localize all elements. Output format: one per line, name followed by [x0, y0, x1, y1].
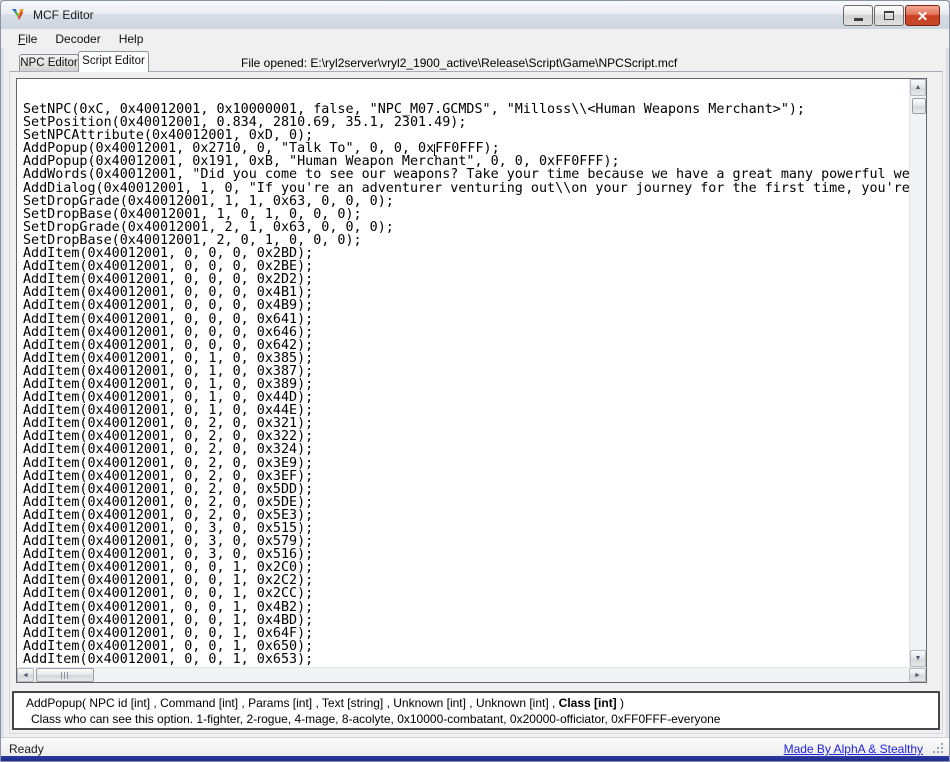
minimize-icon: [854, 18, 863, 21]
window-right-edge: [946, 29, 949, 756]
code-line: AddItem(0x40012001, 0, 1, 0, 0x387);: [23, 365, 909, 378]
code-line: AddItem(0x40012001, 0, 0, 1, 0x4BD);: [23, 614, 909, 627]
signature-suffix: ): [617, 696, 624, 710]
scroll-right-button[interactable]: ►: [909, 668, 926, 682]
vertical-scroll-thumb[interactable]: [912, 98, 926, 114]
code-line: AddWords(0x40012001, "Did you come to se…: [23, 168, 909, 181]
code-line: AddItem(0x40012001, 0, 2, 0, 0x3EF);: [23, 470, 909, 483]
scroll-up-button[interactable]: ▲: [910, 79, 926, 96]
status-text: Ready: [9, 742, 44, 756]
code-line: AddItem(0x40012001, 0, 2, 0, 0x5DD);: [23, 483, 909, 496]
menu-decoder[interactable]: Decoder: [46, 31, 109, 47]
file-opened-label: File opened: E:\ryl2server\vryl2_1900_ac…: [241, 56, 677, 70]
tab-npc-editor[interactable]: NPC Editor: [19, 54, 79, 72]
vertical-scrollbar[interactable]: ▲ ▼: [909, 79, 926, 667]
command-help-panel: AddPopup( NPC id [int] , Command [int] ,…: [12, 691, 940, 730]
code-line: AddItem(0x40012001, 0, 0, 0, 0x4B9);: [23, 299, 909, 312]
scroll-thumb-grip-icon: [61, 672, 69, 679]
tab-script-editor[interactable]: Script Editor: [78, 51, 149, 72]
code-line: AddItem(0x40012001, 0, 0, 0, 0x646);: [23, 326, 909, 339]
code-line: AddItem(0x40012001, 0, 0, 1, 0x650);: [23, 640, 909, 653]
horizontal-scrollbar[interactable]: ◄ ►: [17, 667, 926, 682]
window-left-edge: [1, 29, 4, 756]
titlebar[interactable]: MCF Editor: [1, 1, 949, 30]
signature-class-param: Class [int]: [559, 696, 617, 710]
close-button[interactable]: [905, 5, 940, 26]
code-line: AddItem(0x40012001, 0, 0, 1, 0x653);: [23, 653, 909, 666]
window-controls: [843, 5, 940, 26]
close-icon: [917, 10, 928, 21]
code-line: SetDropBase(0x40012001, 1, 0, 1, 0, 0, 0…: [23, 208, 909, 221]
mcf-editor-window: MCF Editor File Decoder Help NPC Editor …: [0, 0, 950, 762]
code-line: AddItem(0x40012001, 0, 0, 1, 0x2CC);: [23, 587, 909, 600]
code-line: AddItem(0x40012001, 0, 2, 0, 0x3E9);: [23, 457, 909, 470]
code-line: SetDropGrade(0x40012001, 2, 1, 0x63, 0, …: [23, 221, 909, 234]
script-editor: SetNPC(0xC, 0x40012001, 0x10000001, fals…: [16, 78, 927, 683]
code-line: AddItem(0x40012001, 0, 2, 0, 0x5DE);: [23, 496, 909, 509]
code-line: AddItem(0x40012001, 0, 2, 0, 0x324);: [23, 443, 909, 456]
window-title: MCF Editor: [33, 8, 94, 22]
code-line: AddItem(0x40012001, 0, 0, 1, 0x64F);: [23, 627, 909, 640]
scroll-down-button[interactable]: ▼: [910, 650, 926, 667]
horizontal-scroll-thumb[interactable]: [36, 668, 94, 682]
menu-help[interactable]: Help: [110, 31, 153, 47]
window-bottom-edge: [1, 756, 949, 761]
resize-grip[interactable]: [933, 743, 944, 754]
signature-prefix: AddPopup( NPC id [int] , Command [int] ,…: [26, 696, 559, 710]
command-description: Class who can see this option. 1-fighter…: [26, 712, 938, 726]
code-line: SetDropGrade(0x40012001, 1, 1, 0x63, 0, …: [23, 195, 909, 208]
menu-file[interactable]: File: [9, 31, 46, 47]
credits-link[interactable]: Made By AlphA & Stealthy: [784, 742, 923, 756]
app-icon: [10, 7, 26, 23]
maximize-icon: [884, 11, 894, 20]
code-line: AddDialog(0x40012001, 1, 0, "If you're a…: [23, 182, 909, 195]
command-signature: AddPopup( NPC id [int] , Command [int] ,…: [26, 696, 938, 710]
code-line: AddItem(0x40012001, 0, 0, 0, 0x642);: [23, 339, 909, 352]
code-text-area[interactable]: SetNPC(0xC, 0x40012001, 0x10000001, fals…: [17, 79, 909, 667]
code-line: AddItem(0x40012001, 0, 0, 0, 0x641);: [23, 313, 909, 326]
scroll-left-button[interactable]: ◄: [17, 668, 34, 682]
minimize-button[interactable]: [843, 5, 873, 26]
code-line: AddItem(0x40012001, 0, 0, 1, 0x4B2);: [23, 601, 909, 614]
maximize-button[interactable]: [874, 5, 904, 26]
menubar: File Decoder Help: [1, 29, 949, 48]
code-line: AddItem(0x40012001, 0, 1, 0, 0x385);: [23, 352, 909, 365]
